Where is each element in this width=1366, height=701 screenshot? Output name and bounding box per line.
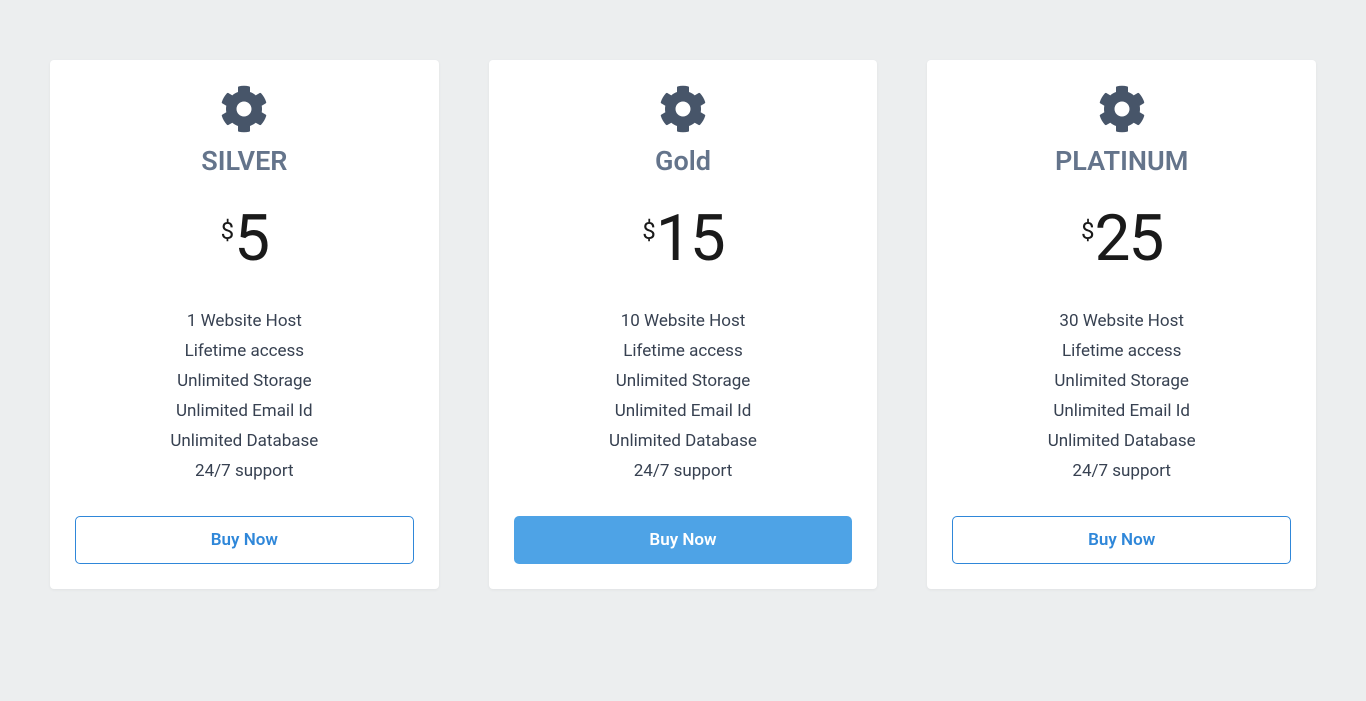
feature-item: Unlimited Database xyxy=(75,426,414,456)
gear-icon xyxy=(220,85,268,133)
feature-item: 24/7 support xyxy=(952,456,1291,486)
currency-symbol: $ xyxy=(1081,217,1095,245)
buy-now-button[interactable]: Buy Now xyxy=(75,516,414,564)
price-value: 5 xyxy=(234,207,268,271)
features-list: 1 Website Host Lifetime access Unlimited… xyxy=(75,306,414,486)
currency-symbol: $ xyxy=(221,217,235,245)
pricing-container: SILVER $ 5 1 Website Host Lifetime acces… xyxy=(50,60,1316,589)
feature-item: Unlimited Email Id xyxy=(952,396,1291,426)
feature-item: Unlimited Storage xyxy=(75,366,414,396)
feature-item: Unlimited Email Id xyxy=(75,396,414,426)
plan-name: SILVER xyxy=(75,145,414,177)
features-list: 10 Website Host Lifetime access Unlimite… xyxy=(514,306,853,486)
price-wrapper: $ 5 xyxy=(75,207,414,271)
buy-now-button[interactable]: Buy Now xyxy=(514,516,853,564)
price-wrapper: $ 25 xyxy=(952,207,1291,271)
feature-item: Lifetime access xyxy=(75,336,414,366)
pricing-card-platinum: PLATINUM $ 25 30 Website Host Lifetime a… xyxy=(927,60,1316,589)
pricing-card-silver: SILVER $ 5 1 Website Host Lifetime acces… xyxy=(50,60,439,589)
feature-item: Unlimited Database xyxy=(514,426,853,456)
feature-item: 24/7 support xyxy=(75,456,414,486)
feature-item: 1 Website Host xyxy=(75,306,414,336)
feature-item: Unlimited Storage xyxy=(514,366,853,396)
feature-item: 24/7 support xyxy=(514,456,853,486)
feature-item: Lifetime access xyxy=(514,336,853,366)
features-list: 30 Website Host Lifetime access Unlimite… xyxy=(952,306,1291,486)
price-value: 15 xyxy=(656,207,724,271)
price-wrapper: $ 15 xyxy=(514,207,853,271)
gear-icon xyxy=(659,85,707,133)
plan-name: Gold xyxy=(514,145,853,177)
feature-item: 30 Website Host xyxy=(952,306,1291,336)
feature-item: Unlimited Email Id xyxy=(514,396,853,426)
feature-item: Unlimited Storage xyxy=(952,366,1291,396)
price-value: 25 xyxy=(1094,207,1162,271)
currency-symbol: $ xyxy=(642,217,656,245)
pricing-card-gold: Gold $ 15 10 Website Host Lifetime acces… xyxy=(489,60,878,589)
gear-icon xyxy=(1098,85,1146,133)
feature-item: Lifetime access xyxy=(952,336,1291,366)
buy-now-button[interactable]: Buy Now xyxy=(952,516,1291,564)
feature-item: 10 Website Host xyxy=(514,306,853,336)
plan-name: PLATINUM xyxy=(952,145,1291,177)
feature-item: Unlimited Database xyxy=(952,426,1291,456)
